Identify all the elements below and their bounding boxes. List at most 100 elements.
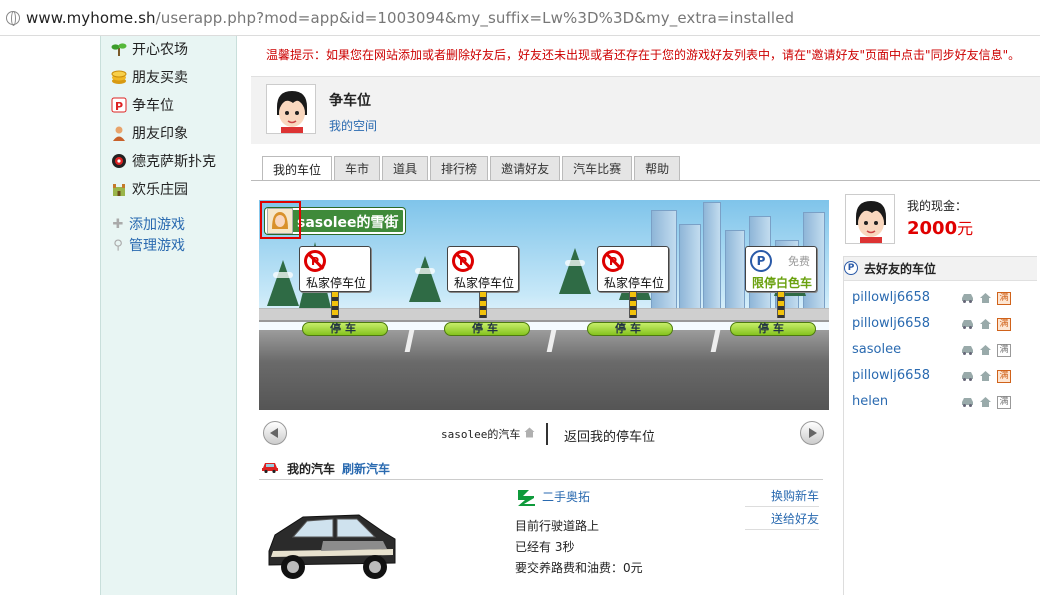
tab-car-market[interactable]: 车市 [334,156,381,180]
sidewalk [259,308,829,322]
friend-actions: 满 [961,291,1019,305]
poker-chip-icon [111,153,127,169]
car-model-link[interactable]: 二手奥拓 [542,488,590,505]
buy-new-car-link[interactable]: 换购新车 [745,487,819,507]
building [725,230,745,320]
sign-pole [629,292,637,318]
no-parking-icon: P [602,250,624,272]
spot-label: 私家停车位 [603,276,664,290]
prev-street-button[interactable] [263,421,287,445]
sign-pole [479,292,487,318]
friend-link[interactable]: sasolee [852,342,901,357]
add-game-label: 添加游戏 [129,217,185,233]
tab-invite-friends[interactable]: 邀请好友 [490,156,561,180]
sidebar-item-label: 朋友印象 [132,126,188,142]
wrench-icon: ⚲ [113,237,123,253]
car-fee: 要交养路费和油费：0元 [515,561,643,575]
spot-label: 私家停车位 [453,276,514,290]
park-button[interactable]: 停车 [730,322,816,336]
sidebar-item-texas-poker[interactable]: 德克萨斯扑克 [111,149,216,173]
home-icon[interactable] [979,318,992,330]
add-game-link[interactable]: ✚ 添加游戏 [111,214,185,234]
sidebar-item-label: 欢乐庄园 [132,182,188,198]
manage-game-label: 管理游戏 [129,238,185,254]
sign-pole [331,292,339,318]
my-car-title: 我的汽车 [287,462,336,476]
address-bar[interactable]: www.myhome.sh/userapp.php?mod=app&id=100… [0,0,1040,36]
parking-spot-sign[interactable]: P 私家停车位 [447,246,519,292]
parking-full-icon: 满 [997,395,1011,409]
park-button[interactable]: 停车 [444,322,530,336]
snowy-tree [267,260,299,306]
home-icon[interactable] [979,370,992,382]
park-button[interactable]: 停车 [587,322,673,336]
sidebar-item-happy-manor[interactable]: 欢乐庄园 [111,177,188,201]
home-icon[interactable] [979,344,992,356]
spot-label: 限停白色车 [751,276,812,290]
parking-p-icon: P [844,261,858,275]
coins-icon [111,69,127,85]
url-path: /userapp.php?mod=app&id=1003094&my_suffi… [155,8,795,27]
home-icon[interactable] [979,396,992,408]
avatar-cartoon-icon [846,195,894,243]
parking-spot-sign[interactable]: P 私家停车位 [299,246,371,292]
parking-full-icon: 满 [997,369,1011,383]
tab-ranking[interactable]: 排行榜 [430,156,489,180]
car-icon[interactable] [961,396,974,408]
gift-to-friend-link[interactable]: 送给好友 [745,510,819,530]
tab-items[interactable]: 道具 [382,156,429,180]
url-host: www.myhome.sh [26,8,156,27]
friend-actions: 满 [961,317,1019,331]
tab-my-parking[interactable]: 我的车位 [262,156,333,181]
sidebar-item-happy-farm[interactable]: 开心农场 [111,37,188,61]
avatar[interactable] [266,84,316,134]
refresh-car-link[interactable]: 刷新汽车 [342,460,390,477]
sidebar-item-friend-impression[interactable]: 朋友印象 [111,121,188,145]
spot-label: 私家停车位 [305,276,366,290]
home-icon[interactable] [979,292,992,304]
friend-link[interactable]: pillowlj6658 [852,290,930,305]
car-icon[interactable] [961,318,974,330]
app-title: 争车位 [329,93,371,109]
tab-divider [251,180,1040,181]
sidebar-item-friend-trade[interactable]: 朋友买卖 [111,65,188,89]
plus-icon: ✚ [112,216,124,232]
park-button[interactable]: 停车 [302,322,388,336]
home-icon[interactable] [524,427,535,438]
castle-icon [111,181,127,197]
manage-game-link[interactable]: ⚲ 管理游戏 [111,235,185,255]
cash-amount: 2000元 [907,215,973,239]
sidebar-item-parking-war[interactable]: P 争车位 [111,93,174,117]
my-avatar[interactable] [845,194,895,244]
street-scene: P 私家停车位 停车 P 私家停车位 停车 P 私家停车位 停车 P 免费 限停… [259,200,829,410]
parking-full-icon: 满 [997,317,1011,331]
car-icon[interactable] [961,344,974,356]
back-to-my-parking-link[interactable]: 返回我的停车位 [564,426,655,445]
tab-help[interactable]: 帮助 [634,156,681,180]
sidebar-item-label: 德克萨斯扑克 [132,154,216,170]
road [259,330,829,410]
url-text[interactable]: www.myhome.sh/userapp.php?mod=app&id=100… [26,9,794,27]
sign-pole [777,292,785,318]
car-image[interactable] [263,505,401,583]
friends-panel-title: 去好友的车位 [864,262,937,276]
friend-actions: 满 [961,395,1019,409]
my-space-link[interactable]: 我的空间 [329,117,377,134]
car-icon[interactable] [961,292,974,304]
current-street-label: sasolee的汽车 [441,428,521,441]
person-icon [111,125,127,141]
sidebar-item-label: 争车位 [132,98,174,114]
parking-spot-sign[interactable]: P 私家停车位 [597,246,669,292]
friend-link[interactable]: pillowlj6658 [852,368,930,383]
friend-actions: 满 [961,369,1019,383]
sidebar-item-label: 朋友买卖 [132,70,188,86]
friend-link[interactable]: helen [852,394,888,409]
car-icon[interactable] [961,370,974,382]
building [679,224,701,320]
free-parking-spot-sign[interactable]: P 免费 限停白色车 [745,246,817,292]
tab-car-race[interactable]: 汽车比赛 [562,156,633,180]
red-car-icon [262,463,278,473]
next-street-button[interactable] [800,421,824,445]
friend-link[interactable]: pillowlj6658 [852,316,930,331]
no-parking-icon: P [304,250,326,272]
